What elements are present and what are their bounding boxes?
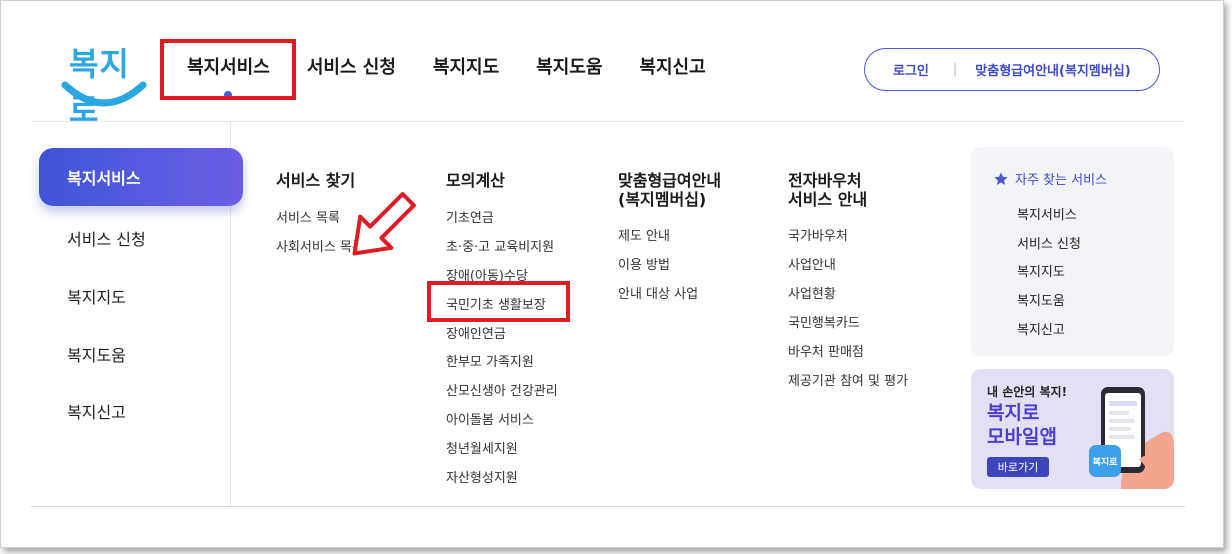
favorites-panel: 자주 찾는 서비스 복지서비스 서비스 신청 복지지도 복지도움 복지신고 bbox=[971, 147, 1174, 356]
menu-link[interactable]: 제공기관 참여 및 평가 bbox=[788, 370, 908, 389]
menu-link[interactable]: 자산형성지원 bbox=[446, 467, 518, 486]
promo-go-button[interactable]: 바로가기 bbox=[987, 457, 1049, 477]
site-logo[interactable]: 복지로 bbox=[61, 39, 151, 129]
menu-link[interactable]: 사업안내 bbox=[788, 254, 836, 273]
sidebar-item-welfare-service[interactable]: 복지서비스 bbox=[39, 148, 243, 206]
favorite-item[interactable]: 복지지도 bbox=[1017, 261, 1065, 280]
sidebar-item-welfare-report[interactable]: 복지신고 bbox=[67, 399, 126, 423]
login-button[interactable]: 로그인 bbox=[893, 60, 929, 79]
menu-link[interactable]: 바우처 판매점 bbox=[788, 341, 864, 360]
favorite-item[interactable]: 복지신고 bbox=[1017, 319, 1065, 338]
menu-link[interactable]: 안내 대상 사업 bbox=[618, 283, 698, 302]
mobile-app-banner[interactable]: 내 손안의 복지! 복지로 모바일앱 바로가기 복지로 bbox=[971, 369, 1174, 489]
menu-link[interactable]: 한부모 가족지원 bbox=[446, 351, 534, 370]
annotation-arrow-icon bbox=[352, 192, 416, 256]
annotation-highlight-nav bbox=[160, 39, 296, 100]
sidebar-item-service-apply[interactable]: 서비스 신청 bbox=[67, 226, 146, 250]
column-title-line: 전자바우처 bbox=[788, 171, 862, 190]
menu-link[interactable]: 사업현황 bbox=[788, 283, 836, 302]
favorites-title: 자주 찾는 서비스 bbox=[993, 169, 1107, 188]
sidebar-item-welfare-help[interactable]: 복지도움 bbox=[67, 342, 126, 366]
nav-item-welfare-map[interactable]: 복지지도 bbox=[433, 53, 499, 79]
promo-tagline: 내 손안의 복지! bbox=[987, 385, 1068, 399]
menu-column-voucher: 전자바우처 서비스 안내 bbox=[788, 171, 867, 209]
menu-link[interactable]: 국민행복카드 bbox=[788, 312, 860, 331]
column-title: 모의계산 bbox=[446, 171, 505, 190]
column-title-line: (복지멤버십) bbox=[618, 190, 707, 209]
menu-link[interactable]: 이용 방법 bbox=[618, 254, 670, 273]
favorite-item[interactable]: 복지서비스 bbox=[1017, 204, 1077, 223]
favorite-item[interactable]: 복지도움 bbox=[1017, 290, 1065, 309]
app-badge-icon: 복지로 bbox=[1089, 445, 1121, 477]
nav-item-service-apply[interactable]: 서비스 신청 bbox=[307, 53, 396, 79]
nav-item-welfare-help[interactable]: 복지도움 bbox=[536, 53, 602, 79]
menu-link[interactable]: 장애인연금 bbox=[446, 323, 506, 342]
menu-link[interactable]: 아이돌봄 서비스 bbox=[446, 409, 534, 428]
favorite-item[interactable]: 서비스 신청 bbox=[1017, 233, 1081, 252]
menu-column-mock-calc: 모의계산 bbox=[446, 171, 505, 190]
sidebar: 복지서비스 서비스 신청 복지지도 복지도움 복지신고 bbox=[31, 122, 243, 506]
favorites-title-text: 자주 찾는 서비스 bbox=[1015, 173, 1107, 188]
menu-link[interactable]: 초·중·고 교육비지원 bbox=[446, 236, 554, 255]
menu-link[interactable]: 서비스 목록 bbox=[276, 207, 340, 226]
column-title-line: 맞춤형급여안내 bbox=[618, 171, 722, 190]
menu-link[interactable]: 제도 안내 bbox=[618, 225, 670, 244]
nav-item-welfare-report[interactable]: 복지신고 bbox=[639, 53, 705, 79]
menu-link[interactable]: 국가바우처 bbox=[788, 225, 848, 244]
membership-button[interactable]: 맞춤형급여안내(복지멤버십) bbox=[975, 60, 1130, 79]
column-title-line: 서비스 안내 bbox=[788, 190, 868, 209]
menu-link[interactable]: 산모신생아 건강관리 bbox=[446, 380, 558, 399]
menu-link[interactable]: 기초연금 bbox=[446, 207, 494, 226]
sidebar-item-welfare-map[interactable]: 복지지도 bbox=[67, 284, 126, 308]
button-separator: | bbox=[952, 62, 958, 77]
annotation-highlight-link bbox=[427, 281, 570, 322]
top-button-group: 로그인 | 맞춤형급여안내(복지멤버십) bbox=[864, 48, 1160, 91]
star-icon bbox=[994, 171, 1008, 185]
menu-column-membership: 맞춤형급여안내 (복지멤버십) bbox=[618, 171, 721, 209]
logo-smile-icon bbox=[61, 81, 147, 107]
menu-link[interactable]: 청년월세지원 bbox=[446, 438, 518, 457]
